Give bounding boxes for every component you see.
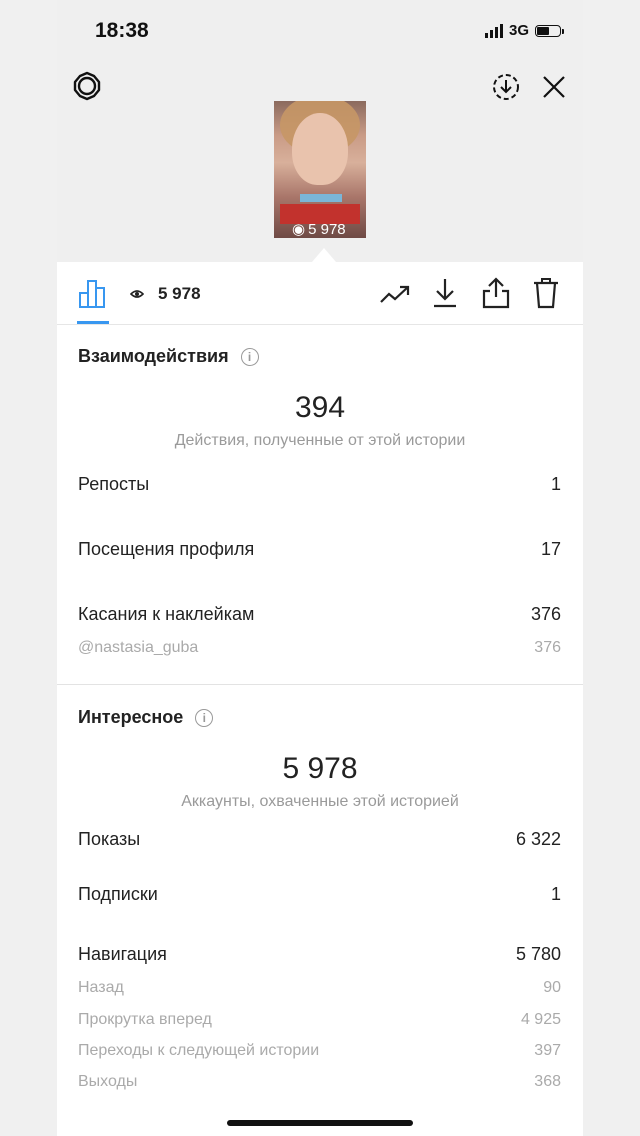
info-icon[interactable]: i — [195, 708, 214, 727]
stat-sub-label: Переходы к следующей истории — [78, 1042, 320, 1059]
interactions-title-row: Взаимодействия i — [78, 346, 259, 367]
share-icon[interactable] — [479, 276, 513, 310]
home-indicator[interactable] — [227, 1120, 413, 1126]
stat-sub-label: Прокрутка вперед — [78, 1011, 212, 1028]
stat-row-exits: Выходы 368 — [78, 1073, 561, 1091]
stat-sub-label: Выходы — [78, 1073, 138, 1090]
interactions-total: 394 — [294, 391, 346, 424]
stat-value: 17 — [540, 539, 561, 559]
discovery-title: Интересное — [78, 707, 184, 727]
stat-row-navigation: Навигация 5 780 — [78, 944, 561, 965]
status-time: 18:38 — [95, 19, 149, 42]
network-type: 3G — [508, 22, 529, 39]
eye-icon: ◉ — [292, 221, 306, 238]
bar-chart-icon-glyph — [79, 280, 105, 308]
stat-row-impressions: Показы 6 322 — [78, 829, 561, 850]
stat-label: Касания к наклейкам — [78, 604, 255, 624]
stat-sub-value: 4 925 — [520, 1011, 561, 1028]
section-divider — [57, 684, 583, 685]
status-indicators: 3G — [484, 22, 564, 39]
stat-value: 1 — [550, 884, 561, 904]
interactions-caption: Действия, полученные от этой истории — [174, 432, 466, 449]
thumb-mention-sticker — [300, 194, 342, 202]
view-count: 5 978 — [158, 284, 201, 303]
download-circle-icon-glyph — [493, 74, 519, 100]
discovery-caption: Аккаунты, охваченные этой историей — [181, 793, 459, 810]
stat-row-next-story: Переходы к следующей истории 397 — [78, 1042, 561, 1060]
thumb-views: ◉ 5 978 — [292, 220, 346, 239]
trending-icon-glyph — [380, 285, 410, 303]
stat-label: Навигация — [78, 944, 167, 964]
discovery-title-row: Интересное i — [78, 707, 214, 728]
trending-icon[interactable] — [377, 278, 413, 310]
stat-sub-value: 376 — [534, 639, 561, 656]
thumbnail-pointer — [312, 248, 336, 262]
stat-label: Показы — [78, 829, 141, 849]
share-icon-glyph — [482, 277, 510, 309]
download-icon-glyph — [434, 279, 456, 308]
thumb-face — [292, 113, 348, 185]
viewers-count[interactable]: 5 978 — [130, 284, 201, 304]
stat-row-sticker-taps: Касания к наклейкам 376 — [78, 604, 561, 625]
story-thumbnail[interactable]: ◉ 5 978 — [274, 101, 366, 238]
stat-sub-label: @nastasia_guba — [78, 639, 199, 656]
close-icon-glyph — [543, 76, 565, 98]
interactions-title: Взаимодействия — [78, 346, 229, 366]
active-tab-underline — [77, 321, 109, 324]
stat-sub-value: 90 — [543, 979, 561, 996]
stat-sub-label: Назад — [78, 979, 124, 996]
story-insights-sheet: 18:38 3G ◉ 5 978 5 978 Взаимодействия i … — [57, 0, 583, 1136]
close-icon[interactable] — [537, 70, 571, 104]
stat-value: 376 — [530, 604, 561, 624]
stat-label: Репосты — [78, 474, 150, 494]
gear-icon[interactable] — [69, 68, 105, 104]
stat-row-mention-sticker[interactable]: @nastasia_guba 376 — [78, 639, 561, 657]
insights-tabbar: 5 978 — [57, 262, 583, 325]
discovery-total: 5 978 — [282, 752, 358, 785]
stat-row-follows: Подписки 1 — [78, 884, 561, 905]
info-icon[interactable]: i — [240, 347, 259, 366]
trash-icon-glyph — [534, 278, 558, 309]
gear-icon-glyph — [73, 71, 101, 101]
eye-icon — [130, 290, 144, 298]
trash-icon[interactable] — [529, 276, 563, 310]
download-icon[interactable] — [429, 276, 461, 310]
stat-row-forward: Прокрутка вперед 4 925 — [78, 1011, 561, 1029]
stat-row-reposts: Репосты 1 — [78, 474, 561, 495]
stat-row-profile-visits: Посещения профиля 17 — [78, 539, 561, 560]
bar-chart-icon[interactable] — [75, 276, 111, 310]
stat-value: 1 — [550, 474, 561, 494]
stat-value: 5 780 — [515, 944, 561, 964]
thumb-view-count: 5 978 — [308, 220, 346, 238]
stat-label: Посещения профиля — [78, 539, 255, 559]
stat-value: 6 322 — [515, 829, 561, 849]
download-circle-icon[interactable] — [489, 70, 523, 104]
stat-row-back: Назад 90 — [78, 979, 561, 997]
battery-icon — [535, 24, 564, 37]
stat-sub-value: 397 — [534, 1042, 561, 1059]
stat-label: Подписки — [78, 884, 158, 904]
stat-sub-value: 368 — [534, 1073, 561, 1090]
signal-icon — [484, 23, 503, 38]
